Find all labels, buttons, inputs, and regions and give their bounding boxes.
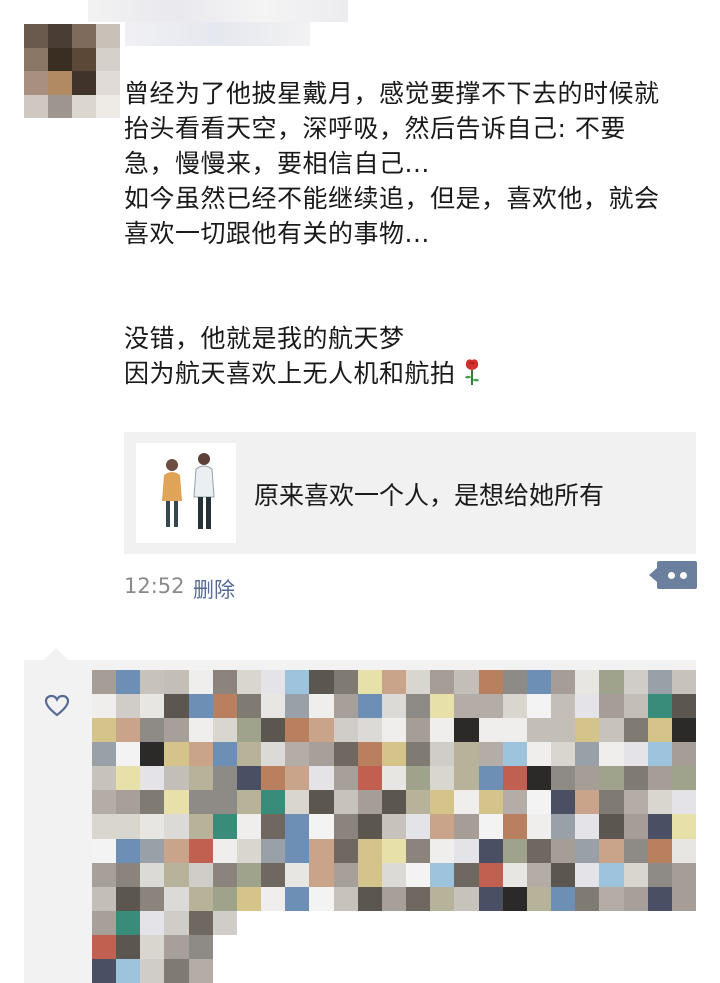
post-line-with-emoji: 因为航天喜欢上无人机和航拍 <box>124 356 704 391</box>
rose-icon <box>464 359 479 385</box>
post-line: 喜欢一切跟他有关的事物... <box>124 219 430 248</box>
post-line: 曾经为了他披星戴月，感觉要撑不下去的时候就 <box>124 79 660 108</box>
post-line: 如今虽然已经不能继续追，但是，喜欢他，就会 <box>124 184 660 213</box>
couple-illustration <box>162 453 215 529</box>
post-time: 12:52 <box>124 574 185 598</box>
link-title: 原来喜欢一个人，是想给她所有 <box>254 481 605 510</box>
avatar[interactable] <box>24 24 120 118</box>
blurred-username <box>88 0 348 22</box>
blurred-liker-avatars <box>92 670 696 983</box>
shared-link-card[interactable]: 原来喜欢一个人，是想给她所有 <box>124 432 696 554</box>
post-line-text: 因为航天喜欢上无人机和航拍 <box>124 359 456 388</box>
more-dots-icon <box>668 572 675 579</box>
blurred-username-fragment <box>125 22 310 46</box>
delete-button[interactable]: 删除 <box>193 574 235 604</box>
more-button[interactable] <box>649 561 697 589</box>
post-line: 急，慢慢来，要相信自己... <box>124 149 430 178</box>
heart-icon <box>44 694 70 717</box>
post-text: 曾经为了他披星戴月，感觉要撑不下去的时候就 抬头看看天空，深呼吸，然后告诉自己:… <box>124 76 704 391</box>
comment-area-pointer <box>44 648 68 660</box>
post-line: 没错，他就是我的航天梦 <box>124 324 405 353</box>
link-thumbnail <box>136 443 236 543</box>
post-line: 抬头看看天空，深呼吸，然后告诉自己: 不要 <box>124 114 626 143</box>
